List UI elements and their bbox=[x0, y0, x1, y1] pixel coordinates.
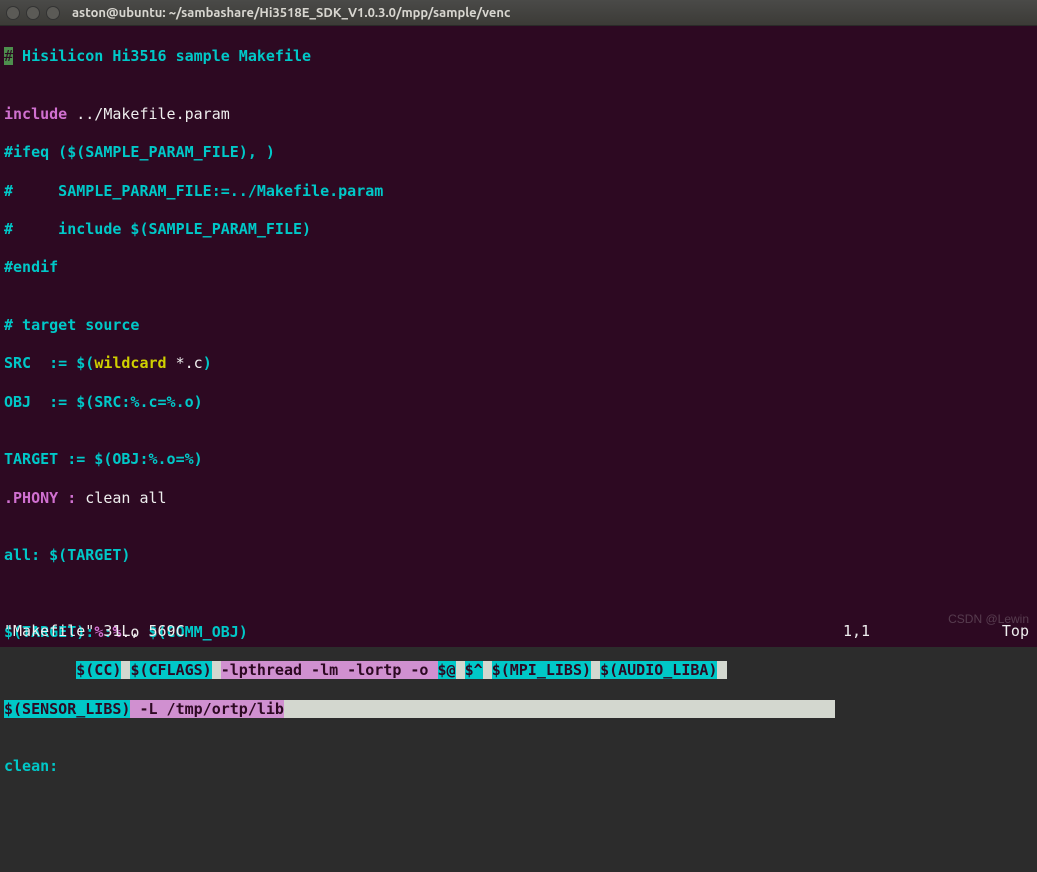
window-titlebar: aston@ubuntu: ~/sambashare/Hi3518E_SDK_V… bbox=[0, 0, 1037, 26]
maximize-icon[interactable] bbox=[46, 6, 60, 20]
code-line: $(SENSOR_LIBS) -L /tmp/ortp/lib bbox=[4, 700, 1033, 719]
window-title: aston@ubuntu: ~/sambashare/Hi3518E_SDK_V… bbox=[72, 6, 510, 20]
cursor: # bbox=[4, 47, 13, 65]
vim-statusline: "Makefile" 31L, 569C 1,1 Top bbox=[4, 622, 1033, 641]
code-line: #endif bbox=[4, 258, 1033, 277]
terminal[interactable]: # Hisilicon Hi3516 sample Makefile inclu… bbox=[0, 26, 1037, 647]
selection-trail bbox=[284, 700, 835, 718]
code-line: #ifeq ($(SAMPLE_PARAM_FILE), ) bbox=[4, 143, 1033, 162]
code-line: all: $(TARGET) bbox=[4, 546, 1033, 565]
code-line: OBJ := $(SRC:%.c=%.o) bbox=[4, 393, 1033, 412]
minimize-icon[interactable] bbox=[26, 6, 40, 20]
code-line: # Hisilicon Hi3516 sample Makefile bbox=[4, 47, 1033, 66]
code-line: clean: bbox=[4, 757, 1033, 776]
code-line: SRC := $(wildcard *.c) bbox=[4, 354, 1033, 373]
code-line: # target source bbox=[4, 316, 1033, 335]
status-scroll: Top bbox=[963, 622, 1033, 641]
code-line: # include $(SAMPLE_PARAM_FILE) bbox=[4, 220, 1033, 239]
status-file: "Makefile" 31L, 569C bbox=[4, 622, 843, 641]
close-icon[interactable] bbox=[6, 6, 20, 20]
code-line: # SAMPLE_PARAM_FILE:=../Makefile.param bbox=[4, 182, 1033, 201]
code-line: .PHONY : clean all bbox=[4, 489, 1033, 508]
status-cursor: 1,1 bbox=[843, 622, 963, 641]
code-line: include ../Makefile.param bbox=[4, 105, 1033, 124]
code-line: TARGET := $(OBJ:%.o=%) bbox=[4, 450, 1033, 469]
code-line: $(CC) $(CFLAGS) -lpthread -lm -lortp -o … bbox=[4, 661, 1033, 680]
